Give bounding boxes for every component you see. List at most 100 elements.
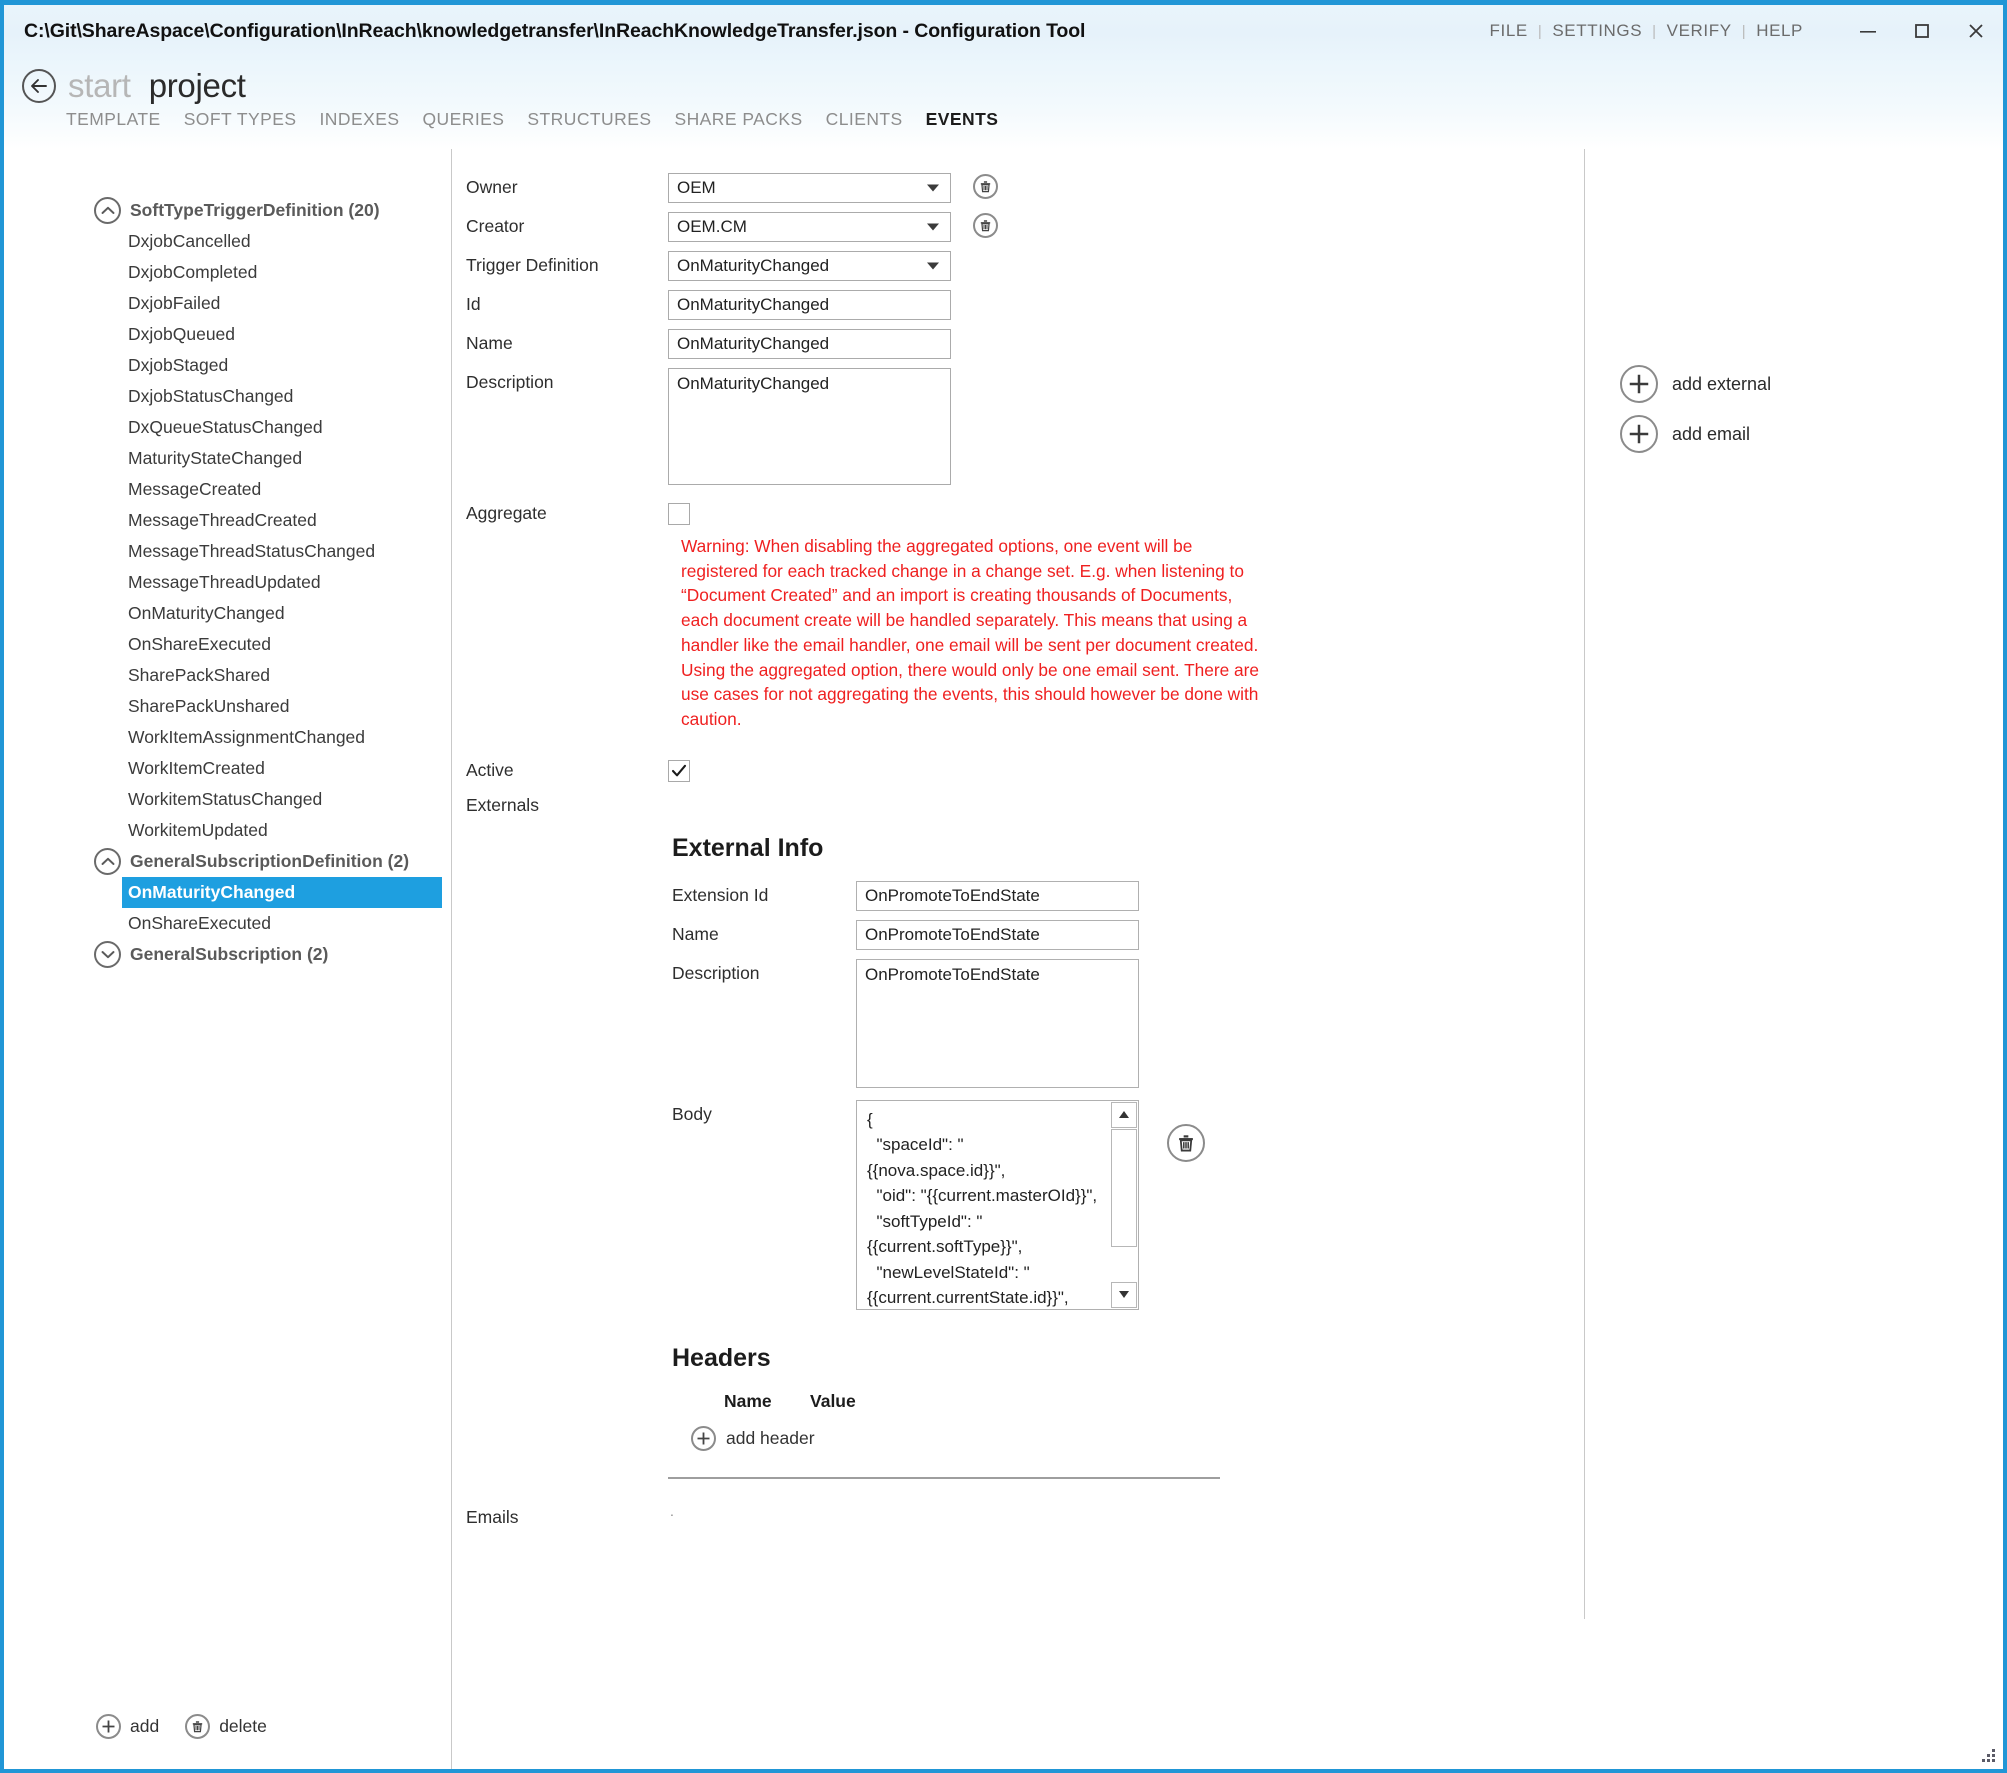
resize-grip[interactable] bbox=[1979, 1746, 1995, 1762]
events-tree: SoftTypeTriggerDefinition (20) DxjobCance… bbox=[4, 149, 451, 970]
tree-item[interactable]: MessageCreated bbox=[4, 474, 451, 505]
back-arrow-icon[interactable] bbox=[22, 69, 56, 103]
tree-group-label: SoftTypeTriggerDefinition (20) bbox=[130, 200, 380, 220]
extension-id-input[interactable] bbox=[856, 880, 1139, 911]
menu-item-settings[interactable]: SETTINGS bbox=[1550, 21, 1644, 41]
tree-item[interactable]: SharePackShared bbox=[4, 660, 451, 691]
menu-separator: | bbox=[1537, 22, 1543, 40]
aggregate-checkbox[interactable] bbox=[668, 503, 690, 525]
field-row-external-name: Name bbox=[668, 919, 1228, 950]
aggregate-control bbox=[668, 499, 690, 525]
aggregate-label: Aggregate bbox=[466, 503, 547, 523]
actions-panel: add external add email bbox=[1584, 149, 2003, 1619]
tab-clients[interactable]: CLIENTS bbox=[826, 109, 903, 130]
tree-item[interactable]: MessageThreadStatusChanged bbox=[4, 536, 451, 567]
tree-item-selected[interactable]: OnMaturityChanged bbox=[122, 877, 442, 908]
minimize-icon[interactable] bbox=[1841, 5, 1895, 57]
tree-item[interactable]: SharePackUnshared bbox=[4, 691, 451, 722]
title-bar-right: FILE | SETTINGS | VERIFY | HELP bbox=[1488, 5, 2003, 57]
tab-soft-types[interactable]: SOFT TYPES bbox=[184, 109, 297, 130]
add-button[interactable]: add bbox=[96, 1714, 159, 1739]
description-textarea[interactable]: OnMaturityChanged bbox=[668, 368, 951, 485]
menu-item-file[interactable]: FILE bbox=[1488, 21, 1530, 41]
events-tree-panel: SoftTypeTriggerDefinition (20) DxjobCance… bbox=[4, 149, 452, 1769]
tree-item[interactable]: MessageThreadUpdated bbox=[4, 567, 451, 598]
creator-control: OEM.CM bbox=[668, 212, 951, 242]
external-description-label: Description bbox=[672, 962, 760, 983]
add-email-button[interactable]: add email bbox=[1620, 415, 2003, 453]
tree-footer-actions: add delete bbox=[96, 1714, 267, 1739]
tree-item[interactable]: WorkitemUpdated bbox=[4, 815, 451, 846]
tree-group-0[interactable]: SoftTypeTriggerDefinition (20) bbox=[4, 195, 451, 226]
field-row-owner: Owner OEM bbox=[453, 173, 1583, 203]
tree-item[interactable]: OnShareExecuted bbox=[4, 908, 451, 939]
tree-item[interactable]: DxjobQueued bbox=[4, 319, 451, 350]
tab-indexes[interactable]: INDEXES bbox=[319, 109, 399, 130]
trigger-definition-select[interactable]: OnMaturityChanged bbox=[668, 251, 951, 281]
active-checkbox[interactable] bbox=[668, 759, 690, 782]
tab-queries[interactable]: QUERIES bbox=[422, 109, 504, 130]
owner-delete-icon[interactable] bbox=[973, 174, 998, 199]
tree-group-2[interactable]: GeneralSubscription (2) bbox=[4, 939, 451, 970]
tree-item[interactable]: DxQueueStatusChanged bbox=[4, 412, 451, 443]
add-header-label: add header bbox=[726, 1427, 815, 1448]
trigger-definition-label: Trigger Definition bbox=[466, 255, 599, 275]
menu-item-verify[interactable]: VERIFY bbox=[1665, 21, 1734, 41]
tree-group-1[interactable]: GeneralSubscriptionDefinition (2) bbox=[4, 846, 451, 877]
tab-structures[interactable]: STRUCTURES bbox=[527, 109, 651, 130]
creator-delete-icon[interactable] bbox=[973, 213, 998, 238]
add-header-button[interactable]: add header bbox=[691, 1425, 1288, 1451]
tree-item[interactable]: WorkItemAssignmentChanged bbox=[4, 722, 451, 753]
event-detail-form: Owner OEM Creator OEM.CM Trigger Definit… bbox=[453, 149, 1583, 1769]
body-scrollbar[interactable] bbox=[1111, 1101, 1137, 1308]
tab-events[interactable]: EVENTS bbox=[926, 109, 999, 130]
id-label: Id bbox=[466, 294, 481, 314]
body-delete-icon[interactable] bbox=[1167, 1123, 1205, 1162]
tree-item[interactable]: MessageThreadCreated bbox=[4, 505, 451, 536]
add-external-button[interactable]: add external bbox=[1620, 365, 2003, 403]
external-description-textarea[interactable]: OnPromoteToEndState bbox=[856, 958, 1139, 1088]
trigger-definition-control: OnMaturityChanged bbox=[668, 251, 951, 281]
tree-item[interactable]: DxjobStatusChanged bbox=[4, 381, 451, 412]
active-control bbox=[668, 756, 690, 782]
breadcrumb-start[interactable]: start bbox=[68, 67, 131, 105]
actions-list: add external add email bbox=[1585, 149, 2003, 453]
tab-share-packs[interactable]: SHARE PACKS bbox=[674, 109, 802, 130]
external-name-input[interactable] bbox=[856, 919, 1139, 950]
tab-template[interactable]: TEMPLATE bbox=[66, 109, 161, 130]
content-area: SoftTypeTriggerDefinition (20) DxjobCance… bbox=[4, 149, 2003, 1769]
close-icon[interactable] bbox=[1949, 5, 2003, 57]
tree-item[interactable]: DxjobFailed bbox=[4, 288, 451, 319]
body-code-area[interactable]: { "spaceId": "{{nova.space.id}}", "oid":… bbox=[856, 1099, 1139, 1310]
tree-item[interactable]: OnMaturityChanged bbox=[4, 598, 451, 629]
owner-control: OEM bbox=[668, 173, 951, 203]
owner-select[interactable]: OEM bbox=[668, 173, 951, 203]
tree-item[interactable]: MaturityStateChanged bbox=[4, 443, 451, 474]
scrollbar-thumb[interactable] bbox=[1111, 1128, 1137, 1247]
tree-item[interactable]: DxjobCompleted bbox=[4, 257, 451, 288]
scroll-down-icon[interactable] bbox=[1111, 1281, 1137, 1308]
chevron-up-icon[interactable] bbox=[94, 848, 121, 875]
menu-item-help[interactable]: HELP bbox=[1754, 21, 1805, 41]
creator-select[interactable]: OEM.CM bbox=[668, 212, 951, 242]
tree-item[interactable]: DxjobStaged bbox=[4, 350, 451, 381]
add-external-label: add external bbox=[1672, 373, 1772, 394]
tree-item[interactable]: DxjobCancelled bbox=[4, 226, 451, 257]
tree-group-label: GeneralSubscriptionDefinition (2) bbox=[130, 851, 410, 871]
breadcrumb-project[interactable]: project bbox=[149, 67, 246, 105]
creator-label: Creator bbox=[466, 216, 525, 236]
menu-separator: | bbox=[1741, 22, 1747, 40]
tree-item[interactable]: OnShareExecuted bbox=[4, 629, 451, 660]
tree-item[interactable]: WorkItemCreated bbox=[4, 753, 451, 784]
tree-item[interactable]: WorkitemStatusChanged bbox=[4, 784, 451, 815]
scroll-up-icon[interactable] bbox=[1111, 1101, 1137, 1128]
id-input[interactable] bbox=[668, 290, 951, 320]
delete-button[interactable]: delete bbox=[185, 1714, 267, 1739]
id-control bbox=[668, 290, 951, 320]
name-input[interactable] bbox=[668, 329, 951, 359]
owner-label: Owner bbox=[466, 177, 518, 197]
maximize-icon[interactable] bbox=[1895, 5, 1949, 57]
description-control: OnMaturityChanged bbox=[668, 368, 951, 490]
chevron-down-icon[interactable] bbox=[94, 941, 121, 968]
chevron-up-icon[interactable] bbox=[94, 197, 121, 224]
